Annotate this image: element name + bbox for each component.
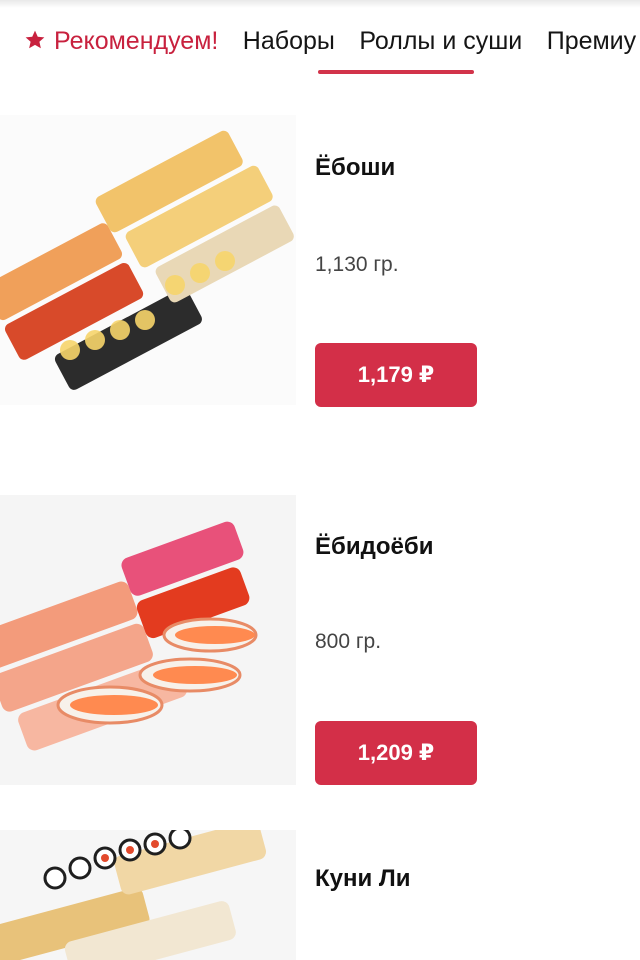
- product-name[interactable]: Ёбоши: [315, 153, 395, 183]
- add-to-cart-button[interactable]: 1,179 ₽: [315, 343, 477, 407]
- tab-label: Рекомендуем!: [54, 27, 219, 55]
- active-tab-indicator: [318, 70, 474, 74]
- add-to-cart-button[interactable]: 1,209 ₽: [315, 721, 477, 785]
- tab-recommended[interactable]: Рекомендуем!: [24, 26, 218, 58]
- star-icon: [24, 28, 46, 58]
- tab-label: Роллы и суши: [359, 27, 523, 55]
- product-image[interactable]: [0, 830, 296, 960]
- top-navigation: Рекомендуем! Наборы Роллы и суши Премиу: [0, 0, 640, 80]
- product-name[interactable]: Ёбидоёби: [315, 532, 433, 562]
- tab-premium[interactable]: Премиу: [547, 26, 636, 56]
- product-weight: 1,130 гр.: [315, 253, 399, 276]
- category-tabs: Рекомендуем! Наборы Роллы и суши Премиу: [24, 26, 640, 56]
- product-card[interactable]: Ёбоши 1,130 гр. 1,179 ₽: [0, 115, 640, 460]
- product-card[interactable]: Ёбидоёби 800 гр. 1,209 ₽: [0, 495, 640, 815]
- product-image[interactable]: [0, 115, 296, 405]
- top-shadow: [0, 0, 640, 8]
- product-name[interactable]: Куни Ли: [315, 864, 411, 894]
- tab-label: Премиу: [546, 27, 637, 55]
- product-image[interactable]: [0, 495, 296, 785]
- product-card[interactable]: Куни Ли: [0, 830, 640, 960]
- tab-rolls-and-sushi[interactable]: Роллы и суши: [359, 26, 522, 56]
- tab-sets[interactable]: Наборы: [243, 26, 335, 56]
- product-weight: 800 гр.: [315, 630, 382, 653]
- tab-label: Наборы: [242, 27, 335, 55]
